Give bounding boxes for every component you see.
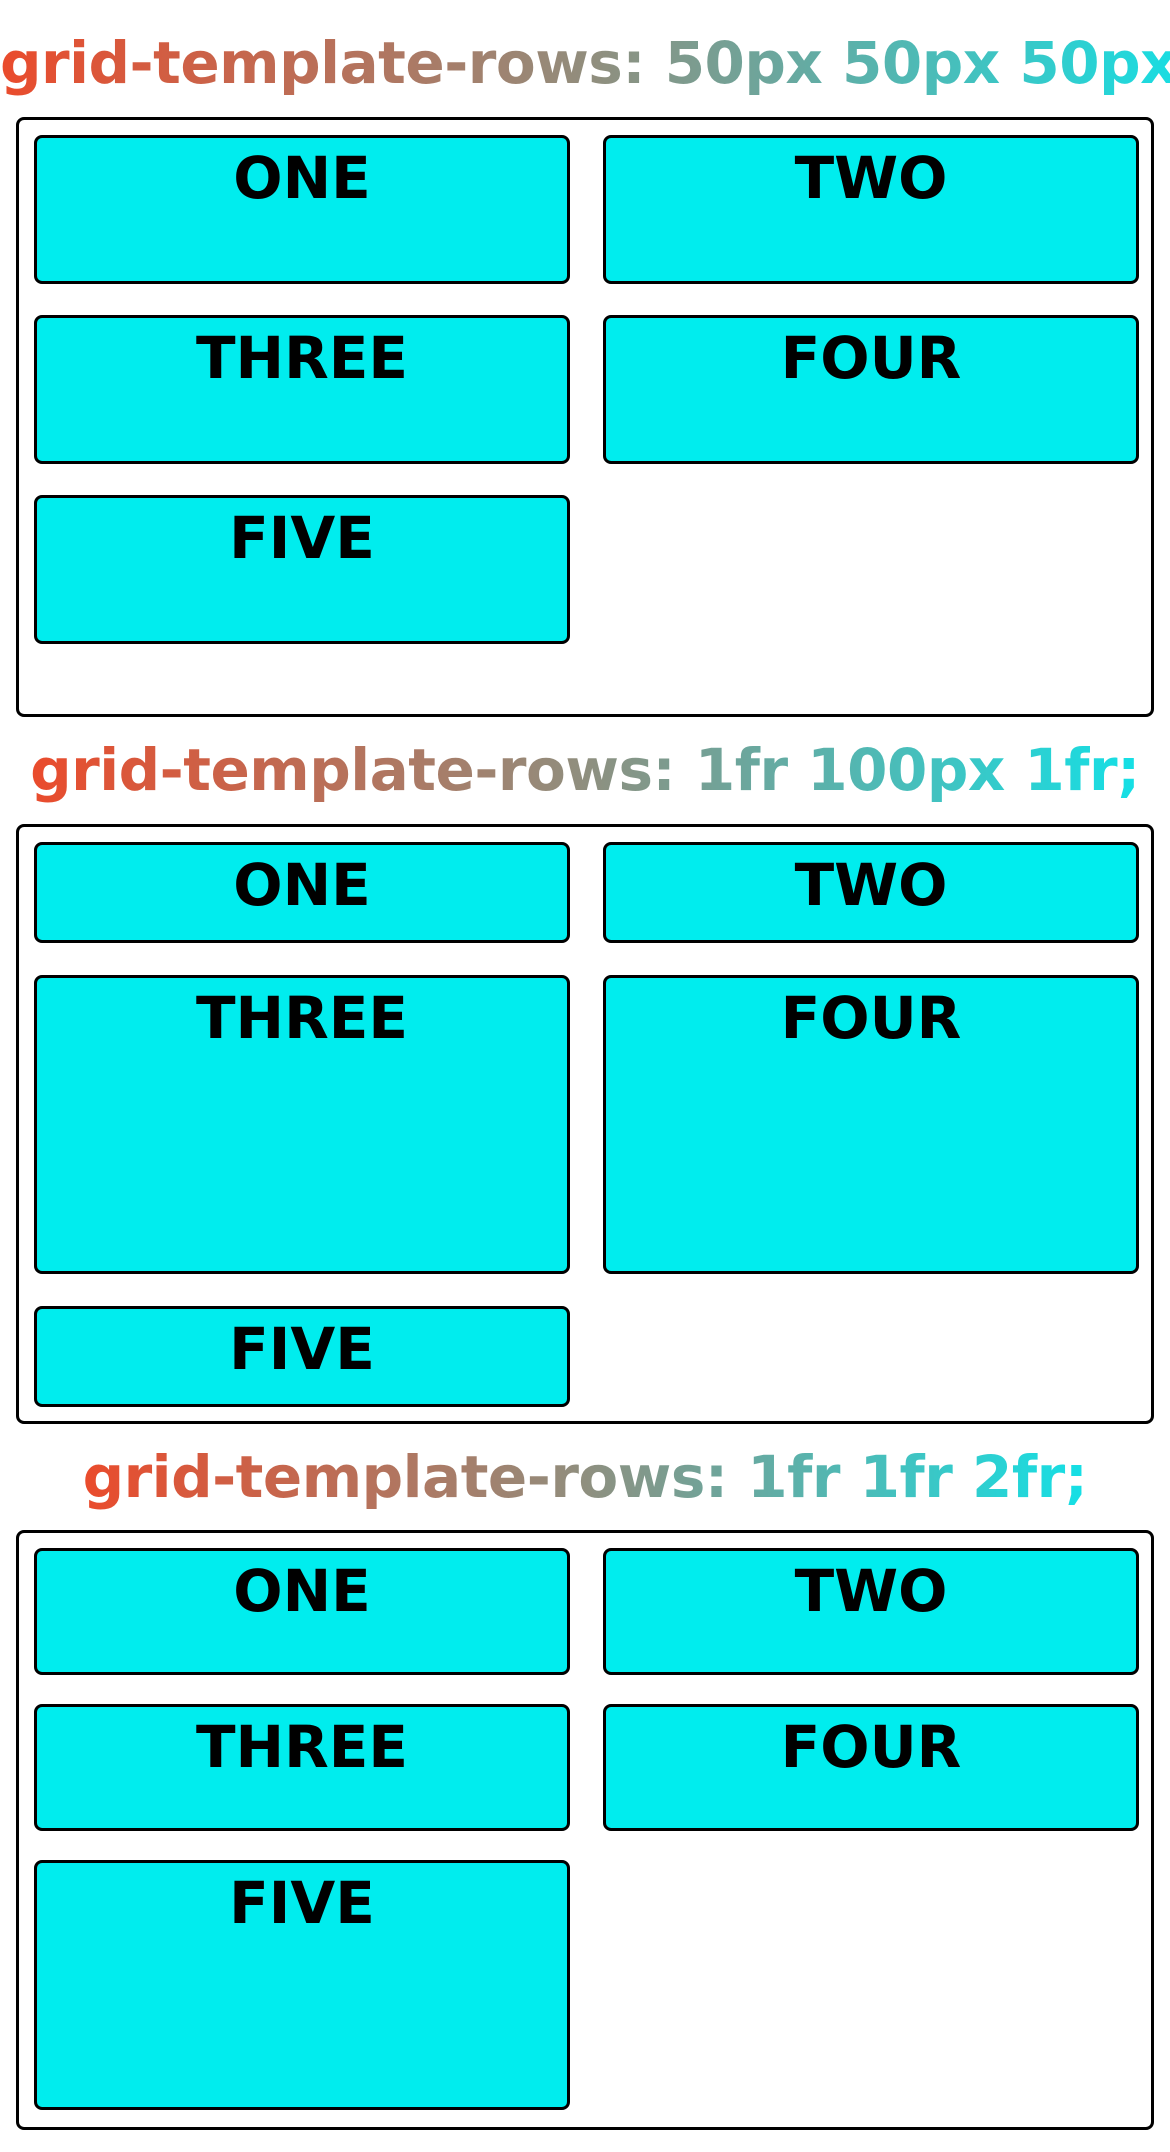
grid-item-five: FIVE (34, 1860, 570, 2110)
grid-item-four: FOUR (603, 975, 1139, 1274)
grid-item-five: FIVE (34, 495, 570, 644)
grid-item-two: TWO (603, 842, 1139, 943)
section-2-heading: grid-template-rows: 1fr 100px 1fr; (0, 735, 1170, 805)
grid-item-four: FOUR (603, 315, 1139, 464)
grid-item-two: TWO (603, 1548, 1139, 1675)
section-2-heading-text: grid-template-rows: 1fr 100px 1fr; (30, 736, 1140, 804)
grid-item-two: TWO (603, 135, 1139, 284)
section-1-heading: grid-template-rows: 50px 50px 50px; (0, 28, 1170, 98)
section-1-heading-text: grid-template-rows: 50px 50px 50px; (0, 29, 1170, 97)
grid-item-five: FIVE (34, 1306, 570, 1407)
section-1-grid: ONE TWO THREE FOUR FIVE (16, 117, 1154, 717)
section-2-grid: ONE TWO THREE FOUR FIVE (16, 824, 1154, 1424)
grid-item-one: ONE (34, 842, 570, 943)
grid-item-three: THREE (34, 315, 570, 464)
grid-item-one: ONE (34, 1548, 570, 1675)
section-3-heading: grid-template-rows: 1fr 1fr 2fr; (0, 1442, 1170, 1512)
grid-item-three: THREE (34, 975, 570, 1274)
grid-item-three: THREE (34, 1704, 570, 1831)
grid-item-one: ONE (34, 135, 570, 284)
section-3-heading-text: grid-template-rows: 1fr 1fr 2fr; (82, 1443, 1088, 1511)
grid-item-four: FOUR (603, 1704, 1139, 1831)
section-3-grid: ONE TWO THREE FOUR FIVE (16, 1530, 1154, 2130)
